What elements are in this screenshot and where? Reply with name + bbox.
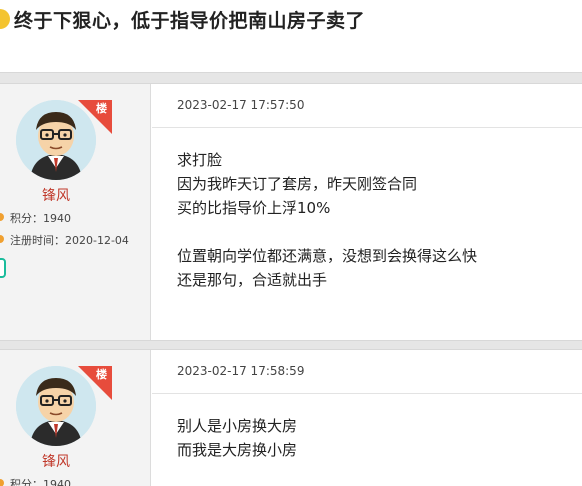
post-line: 而我是大房换小房 — [177, 441, 298, 459]
registered-label: 注册时间： — [10, 234, 65, 247]
post-content: 2023-02-17 17:58:59 别人是小房换大房 而我是大房换小房 — [152, 350, 582, 486]
post-item: 楼 锋风 积分：1940 2023-02-17 17:58:59 别人是小房换大… — [0, 350, 582, 486]
avatar[interactable]: 楼 — [16, 366, 112, 446]
post-body: 求打脸 因为我昨天订了套房，昨天刚签合同 买的比指导价上浮10% 位置朝向学位都… — [177, 148, 477, 292]
registered-icon — [0, 235, 4, 243]
post-line: 求打脸 — [177, 151, 223, 169]
post-item: 楼 锋风 积分：1940 注册时间：2020-12-04 2023-02-17 … — [0, 84, 582, 340]
points-icon — [0, 213, 4, 221]
points-value: 1940 — [43, 212, 71, 225]
post-header: 2023-02-17 17:57:50 — [152, 84, 582, 128]
thread-header: 终于下狠心，低于指导价把南山房子卖了 — [0, 0, 582, 72]
post-line: 买的比指导价上浮10% — [177, 199, 331, 217]
author-panel: 楼 锋风 积分：1940 注册时间：2020-12-04 — [0, 84, 151, 340]
post-body: 别人是小房换大房 而我是大房换小房 — [177, 414, 297, 462]
points-value: 1940 — [43, 478, 71, 486]
registered-value: 2020-12-04 — [65, 234, 129, 247]
medal-icon[interactable] — [0, 258, 6, 278]
author-name[interactable]: 锋风 — [0, 185, 112, 205]
points-label: 积分： — [10, 478, 43, 486]
author-panel: 楼 锋风 积分：1940 — [0, 350, 151, 486]
floor-badge-label: 楼 — [96, 368, 107, 381]
post-line: 因为我昨天订了套房，昨天刚签合同 — [177, 175, 418, 193]
thread-status-icon — [0, 9, 10, 29]
post-divider — [0, 340, 582, 350]
post-line — [177, 220, 477, 244]
author-points: 积分：1940 — [0, 476, 71, 486]
post-line: 别人是小房换大房 — [177, 417, 298, 435]
thread-title: 终于下狠心，低于指导价把南山房子卖了 — [14, 10, 366, 32]
avatar[interactable]: 楼 — [16, 100, 112, 180]
post-line: 位置朝向学位都还满意，没想到会换得这么快 — [177, 247, 478, 265]
author-registered: 注册时间：2020-12-04 — [0, 232, 129, 248]
points-icon — [0, 479, 4, 486]
section-divider — [0, 72, 582, 84]
author-points: 积分：1940 — [0, 210, 71, 226]
post-timestamp: 2023-02-17 17:58:59 — [177, 364, 305, 378]
post-content: 2023-02-17 17:57:50 求打脸 因为我昨天订了套房，昨天刚签合同… — [152, 84, 582, 340]
floor-badge-label: 楼 — [96, 102, 107, 115]
post-timestamp: 2023-02-17 17:57:50 — [177, 98, 305, 112]
post-line: 还是那句，合适就出手 — [177, 271, 328, 289]
points-label: 积分： — [10, 212, 43, 225]
author-name[interactable]: 锋风 — [0, 451, 112, 471]
post-header: 2023-02-17 17:58:59 — [152, 350, 582, 394]
